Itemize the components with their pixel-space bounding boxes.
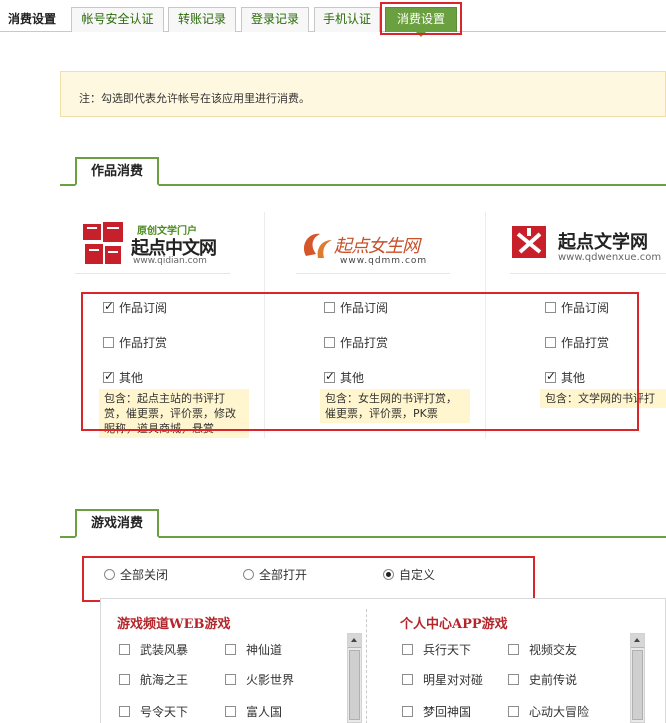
app-games-title: 个人中心APP游戏 [400, 617, 508, 632]
qdmm-logo-url: www.qdmm.com [340, 256, 428, 266]
app-game-item[interactable]: 明星对对碰 [402, 671, 483, 687]
app-game-checkbox[interactable] [508, 705, 519, 717]
app-game-item[interactable]: 心动大冒险 [508, 703, 589, 719]
app-game-label: 梦回神国 [423, 704, 472, 719]
games-panel: 游戏频道WEB游戏 个人中心APP游戏 武装风暴 神仙道 航海之王 火影世界 号… [100, 598, 666, 723]
app-game-label: 兵行天下 [423, 642, 472, 657]
web-game-label: 神仙道 [246, 642, 283, 657]
web-game-item[interactable]: 神仙道 [225, 641, 282, 657]
tab-login-records[interactable]: 登录记录 [241, 7, 309, 32]
app-game-checkbox[interactable] [402, 673, 413, 685]
works-section-title: 作品消费 [75, 157, 160, 186]
scrollbar-thumb[interactable] [632, 650, 643, 720]
highlight-box-active-tab [380, 2, 462, 35]
app-game-checkbox[interactable] [508, 673, 519, 685]
web-game-item[interactable]: 火影世界 [225, 671, 294, 687]
web-game-item[interactable]: 武装风暴 [119, 641, 188, 657]
page-title: 消费设置 [8, 12, 57, 26]
app-game-label: 明星对对碰 [423, 672, 484, 687]
app-game-label: 史前传说 [529, 672, 578, 687]
tab-phone-verification[interactable]: 手机认证 [314, 7, 380, 32]
web-game-checkbox[interactable] [119, 643, 130, 655]
scroll-up-arrow-icon[interactable] [348, 634, 361, 648]
games-section-title: 游戏消费 [75, 509, 160, 538]
scroll-up-arrow-icon[interactable] [631, 634, 644, 648]
web-game-label: 航海之王 [140, 672, 189, 687]
web-game-label: 富人国 [246, 704, 283, 719]
qdwenxue-logo: 起点文学网 www.qdwenxue.com [510, 212, 666, 274]
tab-transfer-records[interactable]: 转账记录 [168, 7, 236, 32]
web-games-title: 游戏频道WEB游戏 [117, 617, 231, 632]
app-game-item[interactable]: 兵行天下 [402, 641, 471, 657]
games-section-header: 游戏消费 [60, 509, 666, 538]
web-game-checkbox[interactable] [225, 673, 236, 685]
web-game-item[interactable]: 富人国 [225, 703, 282, 719]
notice-banner: 注：勾选即代表允许帐号在该应用里进行消费。 [60, 71, 666, 117]
qidian-logo: 原创文学门户 起点中文网 www.qidian.com [75, 212, 230, 274]
web-game-item[interactable]: 号令天下 [119, 703, 188, 719]
web-games-scrollbar[interactable] [347, 633, 362, 723]
app-games-scrollbar[interactable] [630, 633, 645, 723]
tab-account-security[interactable]: 帐号安全认证 [71, 7, 164, 32]
app-game-label: 心动大冒险 [529, 704, 590, 719]
qdmm-logo-swirl [303, 233, 332, 258]
app-game-checkbox[interactable] [402, 643, 413, 655]
qdwenxue-logo-mark [512, 226, 546, 258]
games-divider [366, 609, 367, 723]
web-game-label: 号令天下 [140, 704, 189, 719]
app-game-checkbox[interactable] [508, 643, 519, 655]
web-game-label: 火影世界 [246, 672, 295, 687]
web-game-checkbox[interactable] [119, 673, 130, 685]
web-game-checkbox[interactable] [225, 643, 236, 655]
web-game-label: 武装风暴 [140, 642, 189, 657]
web-game-checkbox[interactable] [225, 705, 236, 717]
highlight-box-radios [82, 556, 535, 602]
qidian-logo-url: www.qidian.com [133, 256, 207, 266]
highlight-box-options [81, 292, 639, 431]
works-section-header: 作品消费 [60, 157, 666, 186]
qdwenxue-logo-url: www.qdwenxue.com [558, 252, 662, 263]
app-game-checkbox[interactable] [402, 705, 413, 717]
qdmm-logo: 起点女生网 www.qdmm.com [296, 212, 450, 274]
qdwenxue-logo-name: 起点文学网 [558, 232, 648, 253]
web-game-item[interactable]: 航海之王 [119, 671, 188, 687]
app-game-item[interactable]: 史前传说 [508, 671, 577, 687]
scrollbar-thumb[interactable] [349, 650, 360, 720]
app-game-item[interactable]: 梦回神国 [402, 703, 471, 719]
qdmm-logo-name: 起点女生网 [334, 236, 420, 257]
web-game-checkbox[interactable] [119, 705, 130, 717]
top-tab-bar: 消费设置 帐号安全认证 转账记录 登录记录 手机认证 消费设置 [0, 0, 666, 37]
app-game-item[interactable]: 视频交友 [508, 641, 577, 657]
app-game-label: 视频交友 [529, 642, 578, 657]
